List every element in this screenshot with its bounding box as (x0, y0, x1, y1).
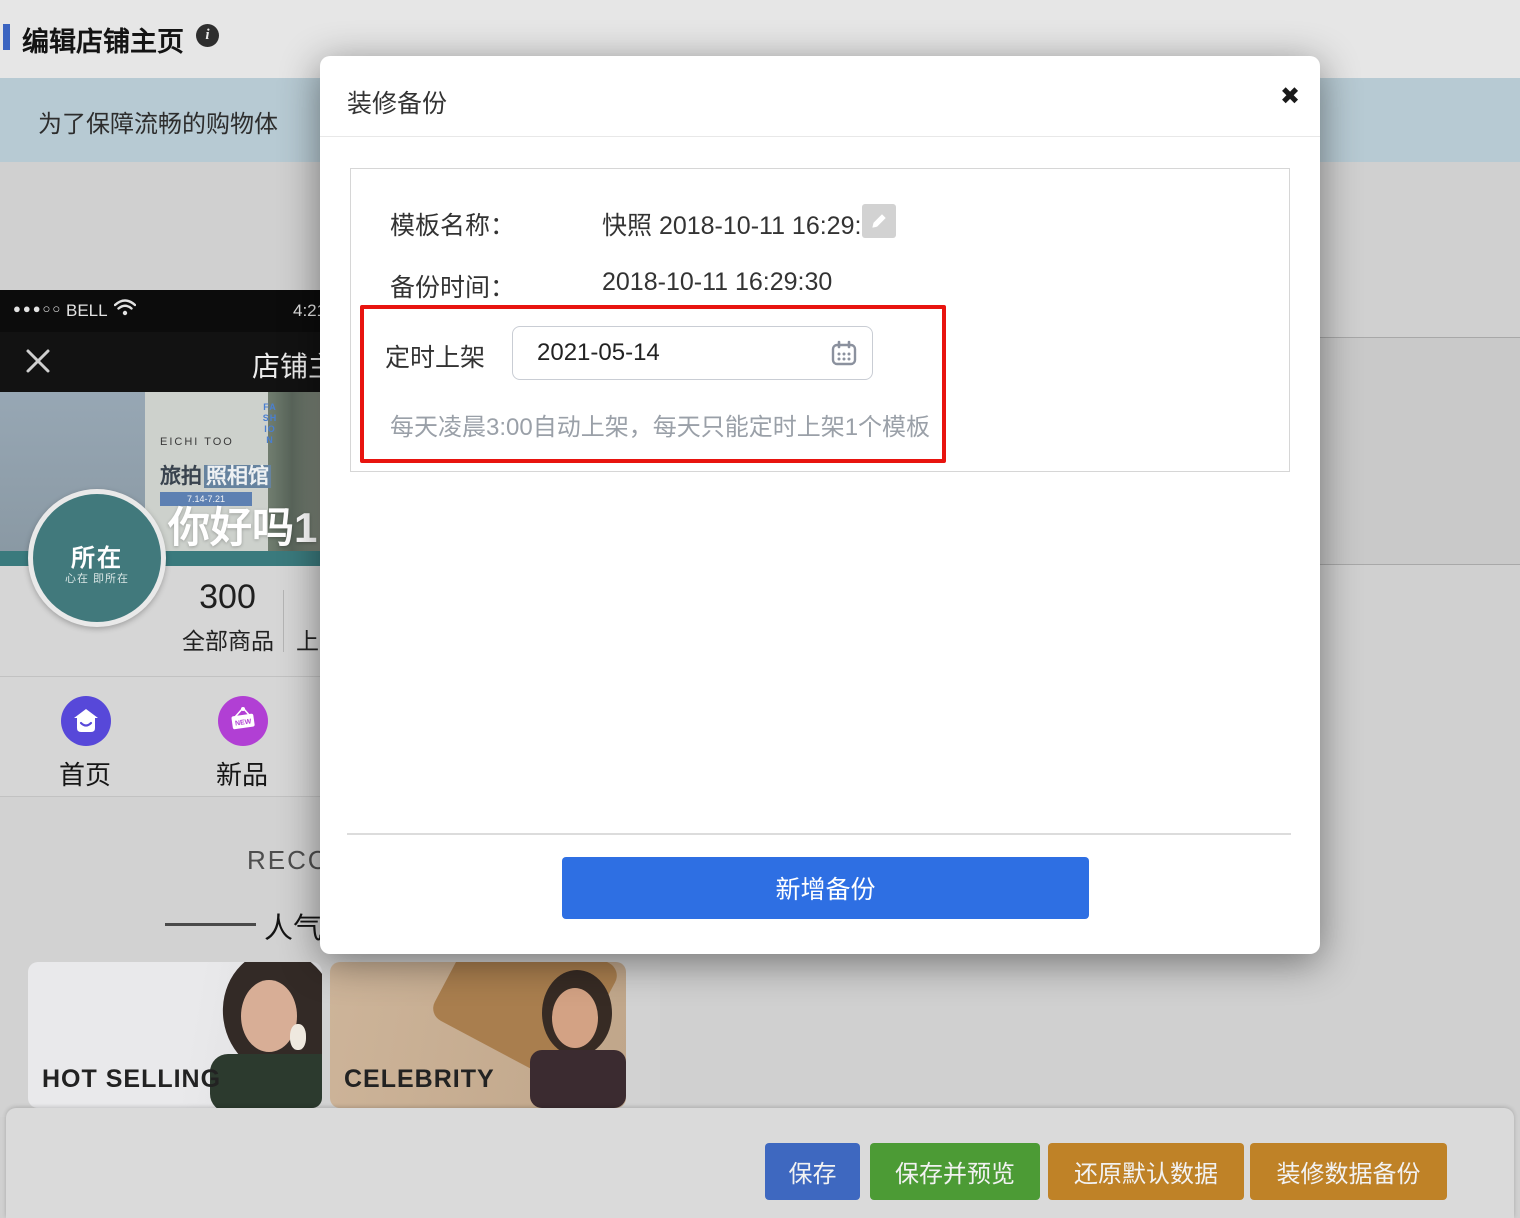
decoration-backup-button[interactable]: 装修数据备份 (1250, 1143, 1447, 1200)
page-title: 编辑店铺主页 (22, 20, 184, 59)
poster-brand: EICHI TOO (160, 436, 234, 448)
backup-time-row: 备份时间： 2018-10-11 16:29:30 (390, 268, 515, 304)
new-tab-icon[interactable]: NEW (218, 696, 268, 746)
shop-logo-avatar[interactable]: 所在 心在 即所在 (28, 489, 166, 627)
tab-new-label[interactable]: 新品 (192, 755, 292, 792)
wifi-icon (114, 299, 136, 322)
model-top-left (210, 1054, 322, 1108)
calendar-icon[interactable] (830, 339, 858, 372)
notice-text: 为了保障流畅的购物体 (38, 104, 278, 139)
poster-vertical-label: FASHION (262, 402, 278, 446)
schedule-label: 定时上架 (385, 338, 485, 374)
save-button[interactable]: 保存 (765, 1143, 860, 1200)
home-tab-icon[interactable] (61, 696, 111, 746)
model-face-right (552, 988, 598, 1048)
model-face-left (241, 980, 297, 1052)
stats-divider (283, 590, 284, 652)
model-earring (290, 1024, 306, 1050)
edit-template-name-button[interactable] (862, 204, 896, 238)
modal-header-divider (320, 136, 1320, 137)
logo-line1: 所在 (33, 538, 161, 573)
template-name-label: 模板名称： (390, 212, 515, 240)
save-preview-button[interactable]: 保存并预览 (870, 1143, 1040, 1200)
card-hot-label: HOT SELLING (42, 1065, 221, 1094)
template-name-row: 模板名称： 快照 2018-10-11 16:29:30 (390, 206, 515, 242)
schedule-hint: 每天凌晨3:00自动上架，每天只能定时上架1个模板 (390, 407, 930, 442)
card-celebrity-label: CELEBRITY (344, 1065, 495, 1094)
schedule-date-input[interactable] (512, 326, 873, 380)
stats-label[interactable]: 全部商品 (168, 622, 288, 656)
phone-close-icon[interactable] (22, 345, 54, 382)
modal-title: 装修备份 (347, 84, 447, 120)
card-hot-selling[interactable]: HOT SELLING (28, 962, 322, 1108)
modal-footer-divider (347, 833, 1291, 835)
stats-count: 300 (180, 578, 275, 617)
pencil-icon (869, 211, 889, 231)
screen: 编辑店铺主页 为了保障流畅的购物体 ●●●○○ BELL 4:21 店 (0, 0, 1520, 1218)
carrier-label: BELL (66, 301, 108, 321)
recommend-dash (165, 923, 256, 926)
add-backup-button[interactable]: 新增备份 (562, 857, 1089, 919)
poster-title: 旅拍照相馆 (160, 460, 271, 490)
info-icon[interactable] (196, 24, 219, 47)
template-name-value: 快照 2018-10-11 16:29:30 (602, 206, 889, 242)
backup-time-value: 2018-10-11 16:29:30 (602, 268, 832, 297)
backup-modal: 装修备份 ✖ 模板名称： 快照 2018-10-11 16:29:30 备份时间… (320, 56, 1320, 954)
card-celebrity[interactable]: CELEBRITY (330, 962, 626, 1108)
signal-strength-icon: ●●●○○ (13, 301, 62, 316)
banner-overlay-title: 你好吗1 (168, 494, 317, 551)
restore-default-button[interactable]: 还原默认数据 (1048, 1143, 1244, 1200)
model-top-right (530, 1050, 626, 1108)
modal-close-icon[interactable]: ✖ (1272, 78, 1308, 114)
logo-line2: 心在 即所在 (33, 570, 161, 586)
poster-title-boxed: 照相馆 (204, 465, 271, 488)
poster-title-dark: 旅拍 (160, 465, 202, 488)
backup-time-label: 备份时间： (390, 274, 515, 302)
title-accent-bar (3, 24, 10, 50)
tab-home-label[interactable]: 首页 (35, 755, 135, 792)
